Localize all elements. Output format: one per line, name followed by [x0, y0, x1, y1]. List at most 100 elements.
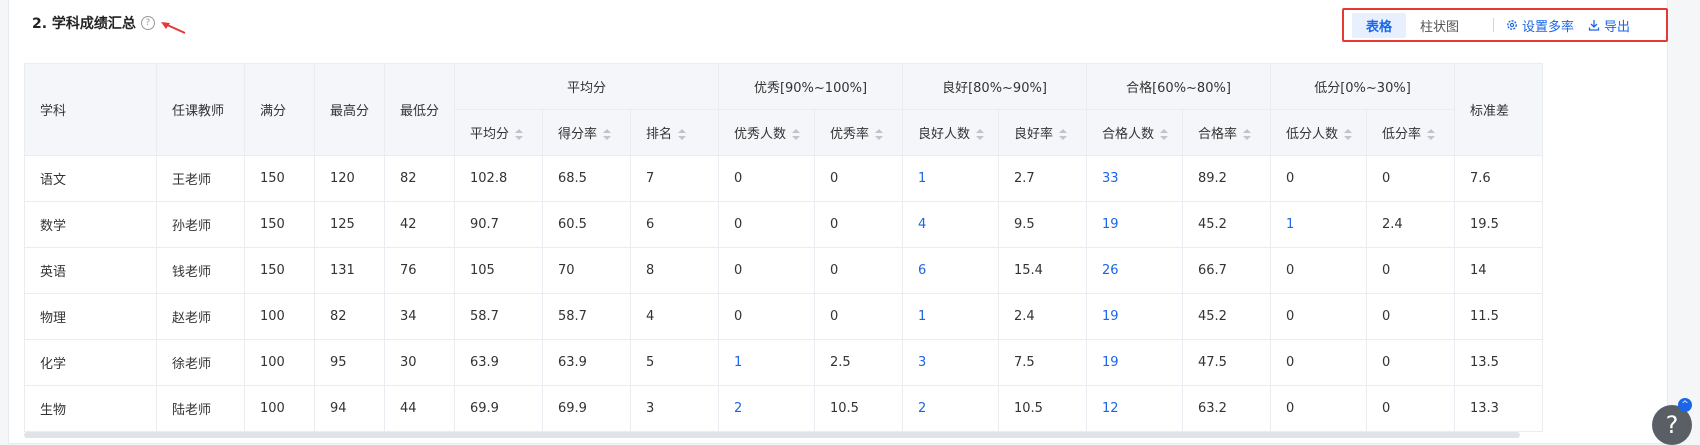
sort-icon[interactable]: [792, 129, 801, 140]
cell-max: 94: [314, 385, 385, 432]
cell-max: 82: [314, 293, 385, 340]
sort-icon[interactable]: [603, 129, 612, 140]
cell-low-count: 0: [1270, 339, 1367, 386]
sort-icon[interactable]: [875, 129, 884, 140]
cell-min: 76: [384, 247, 455, 294]
cell-good-count[interactable]: 6: [902, 247, 999, 294]
gear-icon: [1506, 19, 1518, 31]
col-low-count[interactable]: 低分人数: [1270, 109, 1367, 156]
view-switch: 表格 柱状图: [1352, 12, 1473, 38]
col-subject: 学科: [24, 63, 157, 156]
cell-excellent-rate: 0: [814, 247, 903, 294]
col-low-rate-label: 低分率: [1382, 127, 1422, 142]
sort-icon[interactable]: [1427, 129, 1436, 140]
col-average[interactable]: 平均分: [454, 109, 543, 156]
col-pass-rate[interactable]: 合格率: [1182, 109, 1271, 156]
cell-pass-rate: 63.2: [1182, 385, 1271, 432]
cell-full: 150: [244, 247, 315, 294]
cell-pass-count[interactable]: 19: [1086, 339, 1183, 386]
sort-icon[interactable]: [1059, 129, 1068, 140]
sort-icon[interactable]: [1344, 129, 1353, 140]
table-row: 生物 陆老师 100 94 44 69.9 69.9 3 2 10.5 2 10.5 12 63.2 0 0 1…: [24, 385, 1543, 432]
col-low-count-label: 低分人数: [1286, 127, 1339, 142]
sort-icon[interactable]: [678, 129, 687, 140]
cell-teacher: 赵老师: [156, 293, 245, 340]
collapse-badge-icon[interactable]: ^: [1678, 398, 1692, 412]
cell-teacher: 孙老师: [156, 201, 245, 248]
col-excellent-count[interactable]: 优秀人数: [718, 109, 815, 156]
col-score-rate[interactable]: 得分率: [542, 109, 631, 156]
cell-pass-rate: 45.2: [1182, 201, 1271, 248]
cell-max: 125: [314, 201, 385, 248]
section-title: 2. 学科成绩汇总 ?: [32, 13, 155, 33]
cell-excellent-count[interactable]: 1: [718, 339, 815, 386]
cell-excellent-rate: 2.5: [814, 339, 903, 386]
cell-excellent-rate: 0: [814, 155, 903, 202]
col-pass-count[interactable]: 合格人数: [1086, 109, 1183, 156]
export-label: 导出: [1604, 19, 1631, 35]
cell-min: 34: [384, 293, 455, 340]
cell-low-rate: 0: [1366, 247, 1455, 294]
cell-subject: 数学: [24, 201, 157, 248]
cell-good-count[interactable]: 4: [902, 201, 999, 248]
cell-avg: 90.7: [454, 201, 543, 248]
cell-full: 150: [244, 155, 315, 202]
cell-subject: 英语: [24, 247, 157, 294]
cell-stddev: 19.5: [1454, 201, 1543, 248]
cell-max: 131: [314, 247, 385, 294]
sort-icon[interactable]: [1160, 129, 1169, 140]
cell-rank: 6: [630, 201, 719, 248]
cell-pass-count[interactable]: 19: [1086, 201, 1183, 248]
group-pass: 合格[60%~80%]: [1086, 63, 1271, 110]
cell-low-count: 0: [1270, 155, 1367, 202]
cell-score-rate: 69.9: [542, 385, 631, 432]
col-low-rate[interactable]: 低分率: [1366, 109, 1455, 156]
group-average: 平均分: [454, 63, 719, 110]
cell-pass-rate: 47.5: [1182, 339, 1271, 386]
view-bar-chart-button[interactable]: 柱状图: [1406, 13, 1473, 38]
cell-score-rate: 63.9: [542, 339, 631, 386]
cell-pass-count[interactable]: 19: [1086, 293, 1183, 340]
sort-icon[interactable]: [1243, 129, 1252, 140]
col-good-rate[interactable]: 良好率: [998, 109, 1087, 156]
col-excellent-rate[interactable]: 优秀率: [814, 109, 903, 156]
cell-good-count[interactable]: 1: [902, 155, 999, 202]
cell-good-count[interactable]: 1: [902, 293, 999, 340]
cell-pass-count[interactable]: 26: [1086, 247, 1183, 294]
sort-icon[interactable]: [976, 129, 985, 140]
cell-score-rate: 68.5: [542, 155, 631, 202]
cell-good-count[interactable]: 3: [902, 339, 999, 386]
col-min-score: 最低分: [384, 63, 455, 156]
cell-avg: 69.9: [454, 385, 543, 432]
group-low: 低分[0%~30%]: [1270, 63, 1455, 110]
cell-stddev: 14: [1454, 247, 1543, 294]
horizontal-scrollbar[interactable]: [24, 432, 1520, 438]
cell-pass-count[interactable]: 33: [1086, 155, 1183, 202]
col-stddev: 标准差: [1454, 63, 1543, 156]
col-pass-count-label: 合格人数: [1102, 127, 1155, 142]
cell-min: 44: [384, 385, 455, 432]
view-table-button[interactable]: 表格: [1352, 12, 1407, 38]
cell-rank: 4: [630, 293, 719, 340]
cell-rank: 7: [630, 155, 719, 202]
col-good-count[interactable]: 良好人数: [902, 109, 999, 156]
cell-pass-count[interactable]: 12: [1086, 385, 1183, 432]
sort-icon[interactable]: [515, 129, 524, 140]
cell-min: 42: [384, 201, 455, 248]
settings-rate-button[interactable]: 设置多率: [1506, 16, 1574, 35]
cell-excellent-rate: 0: [814, 201, 903, 248]
col-rank[interactable]: 排名: [630, 109, 719, 156]
question-circle-icon[interactable]: ?: [140, 16, 155, 30]
cell-avg: 63.9: [454, 339, 543, 386]
export-button[interactable]: 导出: [1588, 16, 1630, 35]
cell-excellent-count: 0: [718, 155, 815, 202]
cell-stddev: 11.5: [1454, 293, 1543, 340]
col-score-rate-label: 得分率: [558, 127, 598, 142]
col-rank-label: 排名: [646, 127, 673, 142]
cell-teacher: 钱老师: [156, 247, 245, 294]
cell-excellent-count[interactable]: 2: [718, 385, 815, 432]
cell-good-count[interactable]: 2: [902, 385, 999, 432]
cell-low-count[interactable]: 1: [1270, 201, 1367, 248]
table-row: 化学 徐老师 100 95 30 63.9 63.9 5 1 2.5 3 7.5 19 47.5 0 0 13.…: [24, 339, 1543, 386]
cell-full: 100: [244, 293, 315, 340]
